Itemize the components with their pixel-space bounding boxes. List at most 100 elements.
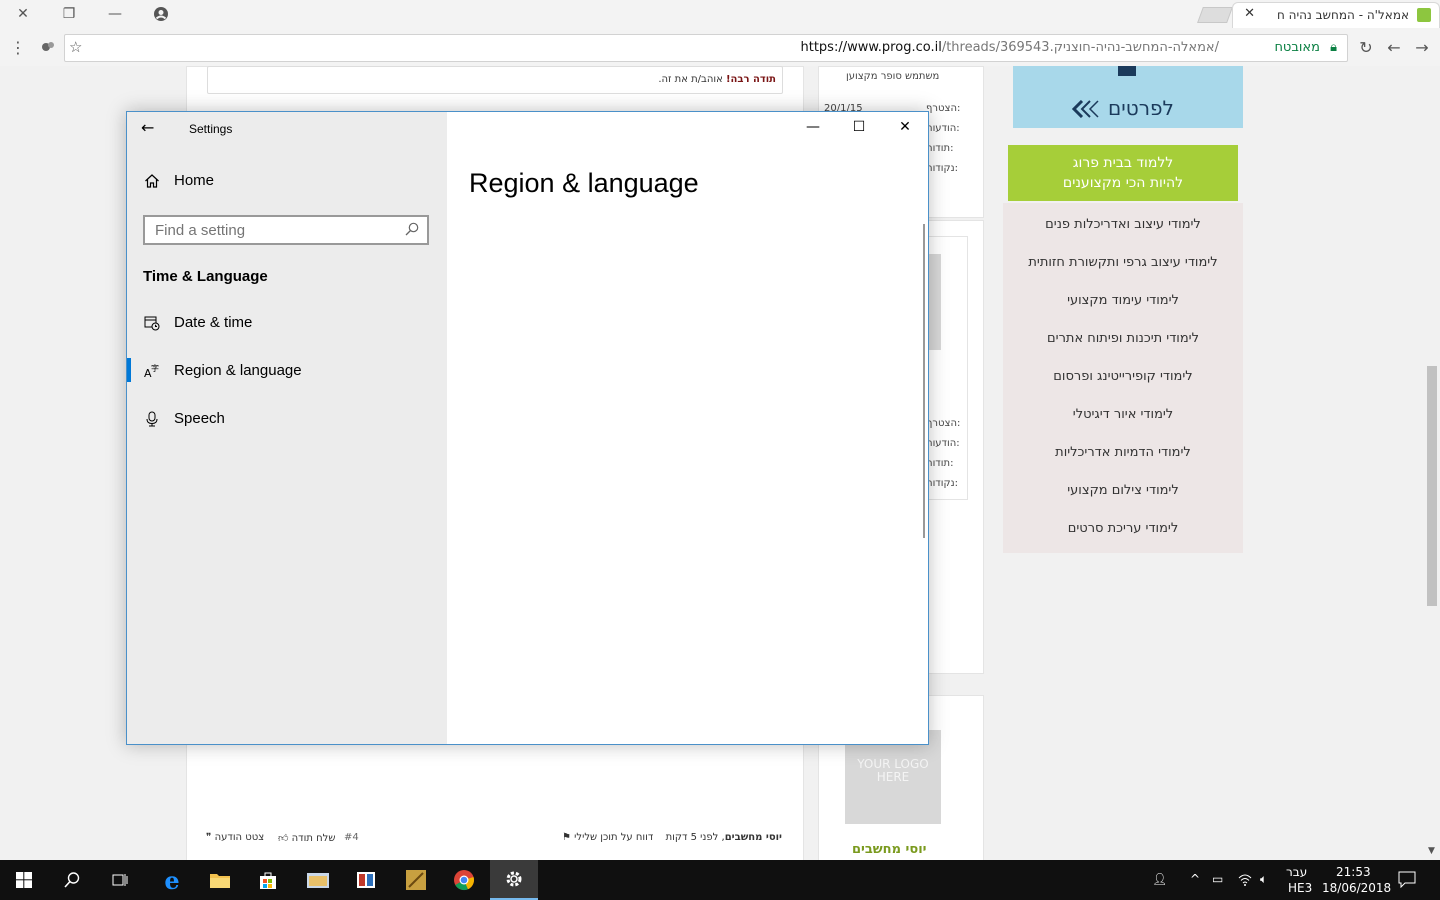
course-link[interactable]: לימודי הדמיות אדריכליות [1003,445,1243,460]
home-label: Home [174,172,215,189]
folder-app-icon[interactable] [294,860,342,900]
green-line-1: ללמוד בבית פרוג [1072,155,1174,171]
file-explorer-icon[interactable] [196,860,244,900]
page-title: Region & language [469,168,699,198]
url-text[interactable]: https://www.prog.co.il/threads/369543.אמ… [801,40,1220,55]
clock-time[interactable]: 21:53 [1336,865,1371,879]
stat-label: נקודות: [926,163,958,174]
ad-label: לפרטים [1108,96,1174,120]
wifi-icon[interactable] [1238,872,1252,889]
post-time: , לפני 5 דקות [665,832,725,843]
chrome-icon[interactable] [440,860,488,900]
nav-item-speech[interactable]: Speech [127,400,447,440]
taskbar: e 👤︎ ^ ▭ 🔈︎ עבר HE3 21:53 18/06/2018 [0,860,1440,900]
thanks-bar: תודה רבה! אוהב/ת את זה. [207,66,783,94]
stat-label: נקודות: [926,478,958,489]
nav-home[interactable]: Home [144,172,444,196]
secure-indicator[interactable]: מאובטח 🔒︎ [1274,40,1337,55]
extension-icon[interactable] [36,36,60,58]
page-scroll-thumb[interactable] [1427,366,1437,606]
quote-label: צטט הודעה [214,832,265,843]
author-name[interactable]: יוסי מחשבים [852,842,926,857]
search-input[interactable] [155,222,395,239]
report-button[interactable]: ⚑ דווח על תוכן שלילי [562,832,653,843]
maximize-icon[interactable]: ☐ [836,112,882,142]
settings-nav-pane: ← Settings Home Time & Language Date & t… [127,112,447,744]
section-title: Time & Language [143,268,268,285]
course-link[interactable]: לימודי קופירייטינג ופרסום [1003,369,1243,384]
stat-label: הודעות: [926,438,960,449]
home-icon [144,173,160,193]
show-hidden-icons[interactable]: ^ [1190,872,1200,886]
language-icon: A字 [144,363,160,382]
stat-label: תודות: [926,143,954,154]
forward-icon[interactable]: → [1410,36,1434,58]
app-book-icon[interactable] [342,860,390,900]
restore-window-icon[interactable]: ❐ [46,0,92,28]
close-icon[interactable]: ✕ [882,112,928,142]
stat-label: הצטרף: [926,103,961,114]
nav-item-label: Speech [174,410,225,427]
tab-title: אמאל'ה - המחשב נהיה ח [1276,8,1409,22]
window-title: Settings [189,122,233,136]
back-icon[interactable]: ← [1382,36,1406,58]
course-link[interactable]: לימודי עיצוב ואדריכלות פנים [1003,217,1243,232]
lock-icon: 🔒︎ [1330,40,1337,55]
address-bar[interactable]: ☆ https://www.prog.co.il/threads/369543.… [64,34,1348,62]
nav-item-label: Region & language [174,362,302,379]
task-view-icon[interactable] [96,860,144,900]
back-arrow-icon[interactable]: ← [141,118,154,137]
volume-icon[interactable]: 🔈︎ [1260,872,1267,887]
minimize-icon[interactable]: — [790,112,836,142]
post-number[interactable]: #4 [344,832,359,843]
settings-gear-icon[interactable] [490,860,538,900]
stat-label: הודעות: [926,123,960,134]
green-line-2: להיות הכי מקצוענים [1062,175,1184,191]
store-icon[interactable] [244,860,292,900]
people-icon[interactable]: 👤︎ [1152,872,1167,886]
input-language-code[interactable]: HE3 [1288,881,1312,895]
action-center-icon[interactable] [1398,870,1416,891]
course-link[interactable]: לימודי תיכנות ופיתוח אתרים [1003,331,1243,346]
ad-graphic [1118,66,1136,76]
report-label: דווח על תוכן שלילי [574,832,654,843]
course-link[interactable]: לימודי עריכת סרטים [1003,521,1243,536]
reload-icon[interactable]: ↻ [1354,36,1378,58]
course-link[interactable]: לימודי איור דיגיטלי [1003,407,1243,422]
nav-item-date-time[interactable]: Date & time [127,304,447,344]
search-icon[interactable] [405,222,419,240]
menu-dots-icon[interactable]: ⋮ [6,36,30,58]
nav-item-region-language[interactable]: A字 Region & language [127,352,447,392]
scroll-down-icon[interactable]: ▼ [1428,846,1435,856]
quote-button[interactable]: ❞ צטט הודעה [206,832,264,843]
browser-tab[interactable]: ✕ אמאל'ה - המחשב נהיה ח [1232,2,1440,29]
clock-date[interactable]: 18/06/2018 [1322,881,1391,895]
course-link[interactable]: לימודי צילום מקצועי [1003,483,1243,498]
nav-item-label: Date & time [174,314,253,331]
svg-text:字: 字 [151,363,159,373]
user-title: משתמש סופר מקצוען [846,71,940,82]
minimize-window-icon[interactable]: — [92,0,138,28]
battery-icon[interactable]: ▭ [1212,872,1223,886]
find-setting-search[interactable] [143,215,429,245]
course-link[interactable]: לימודי עיצוב גרפי ותקשורת חזותית [1003,255,1243,270]
input-language[interactable]: עבר [1286,865,1307,879]
edge-browser-icon[interactable]: e [148,860,196,900]
bookmark-star-icon[interactable]: ☆ [69,38,82,56]
content-scrollbar[interactable] [923,224,925,538]
start-windows-icon[interactable] [0,860,48,900]
taskbar-search-icon[interactable] [48,860,96,900]
post-author[interactable]: יוסי מחשבים [725,832,782,843]
new-tab-button[interactable] [1197,7,1233,23]
calendar-clock-icon [144,315,160,334]
close-window-icon[interactable]: ✕ [0,0,46,28]
app-archive-icon[interactable] [392,860,440,900]
tab-close-icon[interactable]: ✕ [1244,6,1255,21]
green-banner[interactable]: ללמוד בבית פרוג להיות הכי מקצוענים [1008,145,1238,201]
course-link[interactable]: לימודי עימוד מקצועי [1003,293,1243,308]
secure-label: מאובטח [1274,40,1320,55]
avatar [928,254,941,350]
thank-button[interactable]: 👍︎ שלח תודה [278,832,335,844]
profile-icon[interactable] [138,0,184,28]
stat-label: הצטרף: [926,418,961,429]
